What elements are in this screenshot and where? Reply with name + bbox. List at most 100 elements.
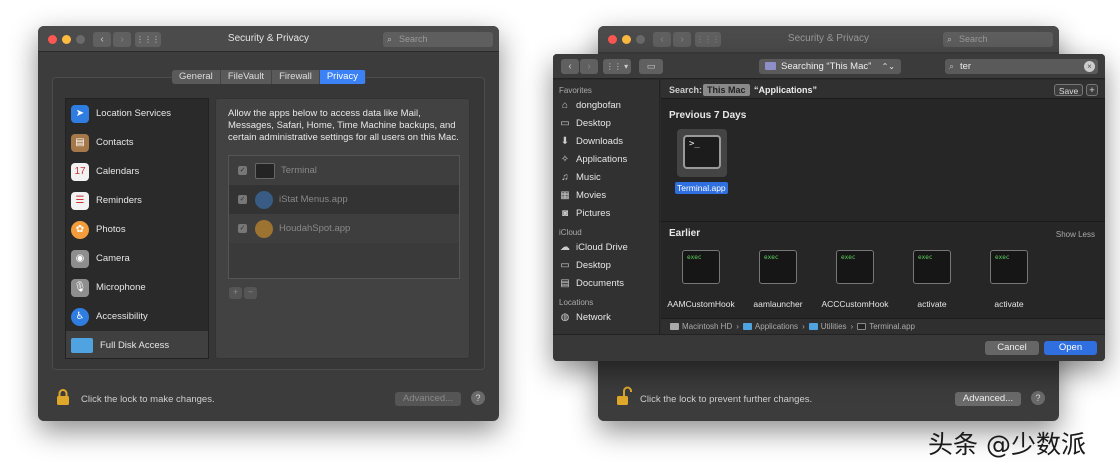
sidebar-item-label: Microphone (96, 282, 146, 293)
applications-icon: ✧ (560, 154, 570, 165)
help-button[interactable]: ? (471, 391, 485, 405)
file-item[interactable]: exec aamlauncher (740, 250, 816, 312)
sidebar-item-music[interactable]: ♫ Music (553, 169, 659, 186)
file-name: AAMCustomHook (667, 299, 735, 309)
path-separator: › (736, 322, 739, 331)
open-button[interactable]: Open (1044, 341, 1097, 355)
clear-search-icon[interactable]: × (1084, 61, 1095, 72)
search-field[interactable]: ⌕ Search (383, 32, 493, 47)
app-row[interactable]: ✓ Terminal (229, 156, 459, 185)
dialog-search-field[interactable]: ⌕ ter × (945, 59, 1098, 74)
sidebar-item-desktop[interactable]: ▭ Desktop (553, 115, 659, 132)
file-item[interactable]: exec activate (894, 250, 970, 312)
exec-badge: exec (764, 254, 779, 261)
folder-icon (71, 338, 93, 353)
app-row[interactable]: ✓ iStat Menus.app (229, 185, 459, 214)
section-divider (661, 221, 1105, 222)
tab-filevault[interactable]: FileVault (221, 70, 273, 84)
cancel-button[interactable]: Cancel (985, 341, 1039, 355)
downloads-icon: ⬇ (560, 136, 570, 147)
file-name: activate (994, 299, 1024, 309)
path-segment[interactable]: Utilities (821, 322, 847, 331)
add-app-button[interactable]: + (229, 287, 242, 299)
sidebar-item-applications[interactable]: ✧ Applications (553, 151, 659, 168)
show-less-link[interactable]: Show Less (1056, 230, 1095, 239)
sidebar-item-camera[interactable]: ◉ Camera (66, 244, 208, 273)
app-checkbox[interactable]: ✓ (238, 166, 247, 175)
file-item[interactable]: exec ACCCustomHook (817, 250, 893, 312)
app-name: Terminal (281, 165, 317, 176)
microphone-icon: 🎙 (71, 278, 89, 297)
folder-icon (808, 323, 818, 331)
sidebar-item-label: Network (576, 312, 611, 323)
security-privacy-window: ‹ › ⋮⋮⋮ Security & Privacy ⌕ Search Gene… (38, 26, 499, 421)
sidebar-item-network[interactable]: ◍ Network (553, 309, 659, 326)
app-name: HoudahSpot.app (279, 223, 351, 234)
remove-app-button[interactable]: − (244, 287, 257, 299)
terminal-prompt: >_ (689, 139, 700, 149)
tab-firewall[interactable]: Firewall (272, 70, 320, 84)
sidebar-item-movies[interactable]: ▦ Movies (553, 187, 659, 204)
sidebar-item-desktop[interactable]: ▭ Desktop (553, 257, 659, 274)
back-button[interactable]: ‹ (561, 59, 579, 74)
sidebar-item-label: Desktop (576, 260, 611, 271)
tab-privacy[interactable]: Privacy (319, 70, 366, 84)
advanced-button[interactable]: Advanced... (955, 392, 1021, 406)
music-note-icon: ♫ (561, 172, 569, 183)
path-segment[interactable]: Macintosh HD (682, 322, 732, 331)
tab-bar: General FileVault Firewall Privacy (172, 70, 366, 84)
new-folder-button[interactable]: ▭ (639, 59, 663, 74)
sidebar-item-microphone[interactable]: 🎙 Microphone (66, 273, 208, 302)
sidebar-item-downloads[interactable]: ⬇ Downloads (553, 133, 659, 150)
exec-file-icon: exec (913, 250, 951, 284)
sidebar-section-header: Favorites (559, 86, 592, 95)
search-field[interactable]: ⌕ Search (943, 32, 1053, 47)
help-button[interactable]: ? (1031, 391, 1045, 405)
file-item[interactable]: exec activate (971, 250, 1047, 312)
sidebar-item-dongbofan[interactable]: ⌂ dongbofan (553, 97, 659, 114)
sidebar-item-location-services[interactable]: ➤ Location Services (66, 99, 208, 128)
tab-general[interactable]: General (172, 70, 221, 84)
scope-applications[interactable]: “Applications” (754, 85, 817, 95)
path-segment[interactable]: Terminal.app (869, 322, 915, 331)
save-search-button[interactable]: Save (1054, 84, 1083, 96)
view-options-button[interactable]: ⋮⋮ ▾ (603, 59, 631, 74)
path-segment[interactable]: Applications (755, 322, 798, 331)
desktop-icon: ▭ (560, 118, 570, 129)
file-item[interactable]: exec AAMCustomHook (663, 250, 739, 312)
reminders-list-icon: ☰ (71, 191, 89, 210)
forward-button[interactable]: › (580, 59, 598, 74)
exec-badge: exec (687, 254, 702, 261)
dialog-toolbar: ‹ › ⋮⋮ ▾ ▭ Searching “This Mac” ⌃⌄ ⌕ ter… (553, 54, 1105, 79)
cloud-icon: ☁ (560, 242, 570, 253)
sidebar-item-contacts[interactable]: ▤ Contacts (66, 128, 208, 157)
sidebar-item-label: Music (576, 172, 601, 183)
sidebar-section-header: Locations (559, 298, 594, 307)
add-criteria-button[interactable]: + (1086, 84, 1098, 96)
sidebar-item-calendars[interactable]: 17 Calendars (66, 157, 208, 186)
sidebar-item-full-disk-access[interactable]: Full Disk Access (66, 331, 208, 358)
search-scope-label: Search: (669, 85, 703, 95)
sidebar-item-reminders[interactable]: ☰ Reminders (66, 186, 208, 215)
pictures-camera-icon: ◙ (561, 208, 569, 219)
advanced-button[interactable]: Advanced... (395, 392, 461, 406)
location-popup[interactable]: Searching “This Mac” ⌃⌄ (759, 59, 901, 74)
sidebar-item-pictures[interactable]: ◙ Pictures (553, 205, 659, 222)
sidebar-item-documents[interactable]: ▤ Documents (553, 275, 659, 292)
search-icon: ⌕ (387, 34, 393, 44)
recent-file-item[interactable]: >_ Terminal.app (675, 129, 729, 199)
movies-film-icon: ▦ (560, 190, 570, 201)
sidebar-item-icloud-drive[interactable]: ☁ iCloud Drive (553, 239, 659, 256)
lock-open-icon[interactable] (616, 386, 632, 406)
sidebar-item-label: Downloads (576, 136, 623, 147)
sidebar-item-photos[interactable]: ✿ Photos (66, 215, 208, 244)
lock-icon[interactable] (56, 388, 70, 406)
app-row[interactable]: ✓ HoudahSpot.app (229, 214, 459, 243)
exec-file-icon: exec (836, 250, 874, 284)
scope-this-mac[interactable]: This Mac (703, 84, 750, 96)
terminal-icon (255, 162, 275, 179)
sidebar-item-accessibility[interactable]: ♿ Accessibility (66, 302, 208, 331)
app-checkbox[interactable]: ✓ (238, 195, 247, 204)
app-checkbox[interactable]: ✓ (238, 224, 247, 233)
sidebar-section-header: iCloud (559, 228, 582, 237)
